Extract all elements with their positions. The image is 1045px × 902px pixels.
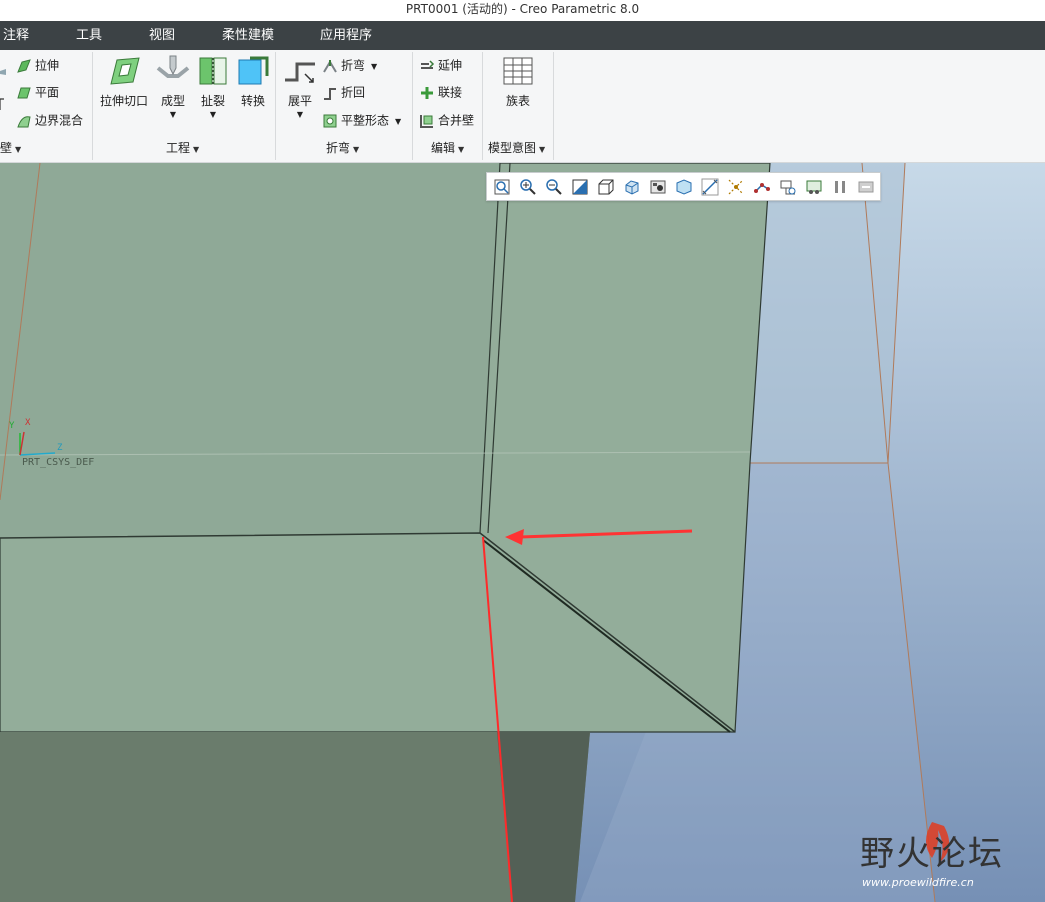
tab-applications[interactable]: 应用程序 <box>320 21 372 50</box>
chevron-down-icon: ▼ <box>371 62 378 71</box>
merge-walls-button[interactable]: 合并壁 <box>419 108 474 132</box>
extend-button[interactable]: 延伸 <box>419 53 462 77</box>
zoom-in-icon[interactable] <box>518 177 538 197</box>
extrude-cut-icon <box>107 54 141 88</box>
tab-annotate[interactable]: 注释 <box>3 21 29 50</box>
model-viewport[interactable]: Y X Z PRT_CSYS_DEF <box>0 163 1045 902</box>
point-display-icon[interactable] <box>752 177 772 197</box>
merge-walls-icon <box>419 113 435 129</box>
chevron-down-icon: ▼ <box>209 110 217 119</box>
tab-view[interactable]: 视图 <box>149 21 175 50</box>
watermark-brand: 野火论坛 <box>860 834 1004 874</box>
partial-tool-label <box>0 97 6 114</box>
ribbon: 拉伸 平面 边界混合 壁 ▼ 拉伸切口 成型 ▼ 扯裂 ▼ 转换 工程 ▼ 展平… <box>0 50 1045 163</box>
annotation-display-icon[interactable] <box>804 177 824 197</box>
chevron-down-icon: ▼ <box>395 117 402 126</box>
spin-center-icon[interactable] <box>856 177 876 197</box>
forum-watermark: 野火论坛 www.proewildfire.cn <box>860 820 1030 892</box>
graphics-toolbar <box>486 172 881 201</box>
saved-orientations-icon[interactable] <box>622 177 642 197</box>
join-button[interactable]: 联接 <box>419 80 462 104</box>
pause-icon[interactable] <box>830 177 850 197</box>
group-divider <box>412 52 413 160</box>
family-table-button[interactable]: 族表 <box>496 52 540 109</box>
window-title-bar: PRT0001 (活动的) - Creo Parametric 8.0 <box>0 0 1045 21</box>
axis-z-label: Z <box>57 443 63 453</box>
unbend-button[interactable]: 展平 ▼ <box>279 52 321 121</box>
flat-pattern-button[interactable]: 平整形态 ▼ <box>322 108 401 132</box>
group-divider <box>275 52 276 160</box>
flat-pattern-icon <box>322 113 338 129</box>
axis-x-label: X <box>25 418 31 428</box>
ribbon-tab-bar: 注释 工具 视图 柔性建模 应用程序 <box>0 21 1045 50</box>
repaint-icon[interactable] <box>570 177 590 197</box>
group-divider <box>553 52 554 160</box>
tab-flexible-modeling[interactable]: 柔性建模 <box>222 21 274 50</box>
rip-icon <box>196 54 230 88</box>
join-icon <box>419 85 435 101</box>
chevron-down-icon: ▼ <box>193 145 200 154</box>
perspective-icon[interactable] <box>674 177 694 197</box>
sheet-top-face <box>0 163 500 538</box>
planar-wall-button[interactable]: 平面 <box>16 80 59 104</box>
zoom-out-icon[interactable] <box>544 177 564 197</box>
display-style-icon[interactable] <box>596 177 616 197</box>
chevron-down-icon: ▼ <box>296 110 304 119</box>
chevron-down-icon: ▼ <box>169 110 177 119</box>
bend-button[interactable]: 折弯 ▼ <box>322 53 377 77</box>
boundary-blend-button[interactable]: 边界混合 <box>16 108 83 132</box>
group-label-engineering[interactable]: 工程 ▼ <box>166 138 199 158</box>
axis-display-icon[interactable] <box>726 177 746 197</box>
csys-display-icon[interactable] <box>778 177 798 197</box>
group-divider <box>482 52 483 160</box>
convert-icon <box>236 54 270 88</box>
plane-display-icon[interactable] <box>700 177 720 197</box>
extend-icon <box>419 58 435 74</box>
extrude-icon <box>16 58 32 74</box>
group-divider <box>92 52 93 160</box>
convert-button[interactable]: 转换 <box>232 52 274 109</box>
group-label-wall[interactable]: 壁 ▼ <box>0 138 21 158</box>
chevron-down-icon: ▼ <box>353 145 360 154</box>
chevron-down-icon: ▼ <box>458 145 465 154</box>
window-title: PRT0001 (活动的) - Creo Parametric 8.0 <box>405 2 640 16</box>
unbend-icon <box>283 54 317 88</box>
bend-icon <box>322 58 338 74</box>
tab-tools[interactable]: 工具 <box>76 21 102 50</box>
family-table-icon <box>501 54 535 88</box>
group-label-edit[interactable]: 编辑 ▼ <box>431 138 464 158</box>
watermark-url: www.proewildfire.cn <box>862 876 974 889</box>
extrude-wall-button[interactable]: 拉伸 <box>16 53 59 77</box>
csys-label: PRT_CSYS_DEF <box>22 457 94 468</box>
bend-back-icon <box>322 85 338 101</box>
group-label-model-intent[interactable]: 模型意图 ▼ <box>488 138 545 158</box>
chevron-down-icon: ▼ <box>539 145 546 154</box>
group-label-bend[interactable]: 折弯 ▼ <box>326 138 359 158</box>
axis-y-label: Y <box>9 421 15 431</box>
form-icon <box>156 54 190 88</box>
chevron-down-icon: ▼ <box>15 145 22 154</box>
view-manager-icon[interactable] <box>648 177 668 197</box>
partial-tool-icon <box>0 64 8 76</box>
form-button[interactable]: 成型 ▼ <box>152 52 194 121</box>
extrude-cut-button[interactable]: 拉伸切口 <box>98 52 150 109</box>
rip-button[interactable]: 扯裂 ▼ <box>192 52 234 121</box>
planar-icon <box>16 85 32 101</box>
bend-back-button[interactable]: 折回 <box>322 80 365 104</box>
boundary-blend-icon <box>16 113 32 129</box>
graphics-window[interactable]: Y X Z PRT_CSYS_DEF <box>0 163 1045 902</box>
refit-icon[interactable] <box>492 177 512 197</box>
